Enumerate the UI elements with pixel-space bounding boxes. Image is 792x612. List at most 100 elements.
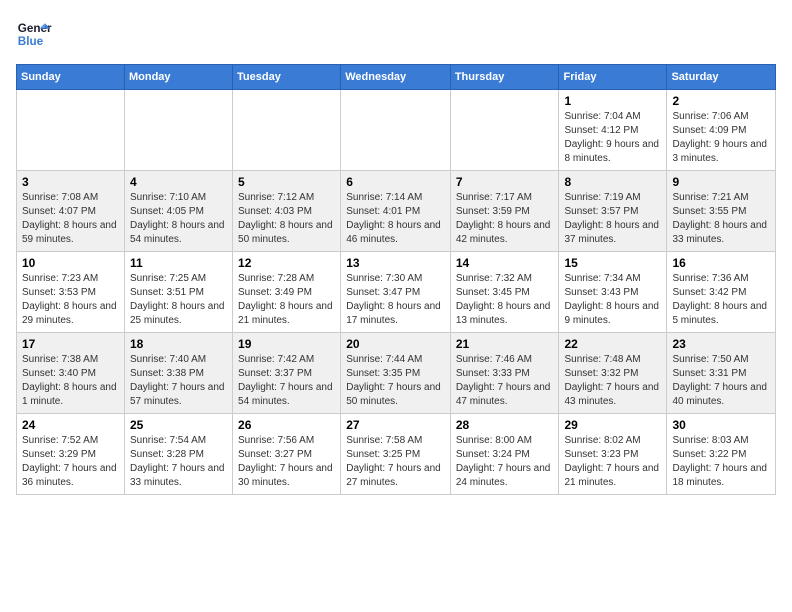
day-info: Sunrise: 7:12 AM Sunset: 4:03 PM Dayligh…: [238, 191, 335, 247]
day-info: Sunrise: 7:10 AM Sunset: 4:05 PM Dayligh…: [130, 191, 227, 247]
day-info: Sunrise: 7:34 AM Sunset: 3:43 PM Dayligh…: [564, 272, 661, 328]
day-number: 9: [672, 175, 770, 189]
day-info: Sunrise: 7:14 AM Sunset: 4:01 PM Dayligh…: [346, 191, 445, 247]
day-cell: 23 Sunrise: 7:50 AM Sunset: 3:31 PM Dayli…: [667, 333, 776, 414]
day-cell: 12Sunrise: 7:28 AM Sunset: 3:49 PM Dayli…: [233, 252, 341, 333]
day-number: 14: [456, 256, 554, 270]
day-cell: 7 Sunrise: 7:17 AM Sunset: 3:59 PM Daylig…: [450, 171, 559, 252]
day-cell: 15 Sunrise: 7:34 AM Sunset: 3:43 PM Dayli…: [559, 252, 667, 333]
day-cell: 6Sunrise: 7:14 AM Sunset: 4:01 PM Daylig…: [341, 171, 451, 252]
week-row-4: 17Sunrise: 7:38 AM Sunset: 3:40 PM Dayli…: [17, 333, 776, 414]
day-info: Sunrise: 7:06 AM Sunset: 4:09 PM Dayligh…: [672, 110, 770, 166]
day-info: Sunrise: 8:03 AM Sunset: 3:22 PM Dayligh…: [672, 434, 770, 490]
day-info: Sunrise: 7:30 AM Sunset: 3:47 PM Dayligh…: [346, 272, 445, 328]
day-number: 24: [22, 418, 119, 432]
day-cell: 19 Sunrise: 7:42 AM Sunset: 3:37 PM Dayli…: [233, 333, 341, 414]
weekday-header-saturday: Saturday: [667, 65, 776, 90]
day-info: Sunrise: 7:56 AM Sunset: 3:27 PM Dayligh…: [238, 434, 335, 490]
day-cell: [450, 90, 559, 171]
day-number: 23: [672, 337, 770, 351]
weekday-header-monday: Monday: [124, 65, 232, 90]
week-row-1: 1 Sunrise: 7:04 AM Sunset: 4:12 PM Daylig…: [17, 90, 776, 171]
day-number: 1: [564, 94, 661, 108]
day-cell: 14 Sunrise: 7:32 AM Sunset: 3:45 PM Dayli…: [450, 252, 559, 333]
day-number: 7: [456, 175, 554, 189]
day-cell: 13 Sunrise: 7:30 AM Sunset: 3:47 PM Dayli…: [341, 252, 451, 333]
day-number: 16: [672, 256, 770, 270]
weekday-header-row: SundayMondayTuesdayWednesdayThursdayFrid…: [17, 65, 776, 90]
day-number: 27: [346, 418, 445, 432]
day-info: Sunrise: 7:28 AM Sunset: 3:49 PM Dayligh…: [238, 272, 335, 328]
day-cell: 22Sunrise: 7:48 AM Sunset: 3:32 PM Dayli…: [559, 333, 667, 414]
calendar: SundayMondayTuesdayWednesdayThursdayFrid…: [16, 64, 776, 495]
logo-icon: General Blue: [16, 16, 52, 52]
day-cell: [124, 90, 232, 171]
week-row-5: 24Sunrise: 7:52 AM Sunset: 3:29 PM Dayli…: [17, 414, 776, 495]
day-number: 11: [130, 256, 227, 270]
day-cell: 21 Sunrise: 7:46 AM Sunset: 3:33 PM Dayli…: [450, 333, 559, 414]
day-number: 18: [130, 337, 227, 351]
day-info: Sunrise: 7:08 AM Sunset: 4:07 PM Dayligh…: [22, 191, 119, 247]
day-number: 19: [238, 337, 335, 351]
day-cell: 20 Sunrise: 7:44 AM Sunset: 3:35 PM Dayli…: [341, 333, 451, 414]
day-cell: 18Sunrise: 7:40 AM Sunset: 3:38 PM Dayli…: [124, 333, 232, 414]
day-info: Sunrise: 7:21 AM Sunset: 3:55 PM Dayligh…: [672, 191, 770, 247]
day-cell: 9 Sunrise: 7:21 AM Sunset: 3:55 PM Daylig…: [667, 171, 776, 252]
day-cell: [17, 90, 125, 171]
day-cell: 8 Sunrise: 7:19 AM Sunset: 3:57 PM Daylig…: [559, 171, 667, 252]
day-cell: 16 Sunrise: 7:36 AM Sunset: 3:42 PM Dayli…: [667, 252, 776, 333]
week-row-2: 3 Sunrise: 7:08 AM Sunset: 4:07 PM Daylig…: [17, 171, 776, 252]
day-info: Sunrise: 7:46 AM Sunset: 3:33 PM Dayligh…: [456, 353, 554, 409]
day-number: 28: [456, 418, 554, 432]
day-number: 4: [130, 175, 227, 189]
day-cell: 24Sunrise: 7:52 AM Sunset: 3:29 PM Dayli…: [17, 414, 125, 495]
day-cell: 10Sunrise: 7:23 AM Sunset: 3:53 PM Dayli…: [17, 252, 125, 333]
day-number: 3: [22, 175, 119, 189]
week-row-3: 10Sunrise: 7:23 AM Sunset: 3:53 PM Dayli…: [17, 252, 776, 333]
weekday-header-tuesday: Tuesday: [233, 65, 341, 90]
day-info: Sunrise: 7:58 AM Sunset: 3:25 PM Dayligh…: [346, 434, 445, 490]
day-number: 13: [346, 256, 445, 270]
day-info: Sunrise: 8:02 AM Sunset: 3:23 PM Dayligh…: [564, 434, 661, 490]
day-info: Sunrise: 7:25 AM Sunset: 3:51 PM Dayligh…: [130, 272, 227, 328]
day-number: 8: [564, 175, 661, 189]
header: General Blue: [16, 16, 776, 52]
day-cell: 30 Sunrise: 8:03 AM Sunset: 3:22 PM Dayli…: [667, 414, 776, 495]
day-info: Sunrise: 8:00 AM Sunset: 3:24 PM Dayligh…: [456, 434, 554, 490]
day-cell: 17Sunrise: 7:38 AM Sunset: 3:40 PM Dayli…: [17, 333, 125, 414]
day-cell: 3 Sunrise: 7:08 AM Sunset: 4:07 PM Daylig…: [17, 171, 125, 252]
day-info: Sunrise: 7:19 AM Sunset: 3:57 PM Dayligh…: [564, 191, 661, 247]
day-cell: 5 Sunrise: 7:12 AM Sunset: 4:03 PM Daylig…: [233, 171, 341, 252]
weekday-header-wednesday: Wednesday: [341, 65, 451, 90]
day-number: 26: [238, 418, 335, 432]
day-number: 20: [346, 337, 445, 351]
day-info: Sunrise: 7:44 AM Sunset: 3:35 PM Dayligh…: [346, 353, 445, 409]
weekday-header-thursday: Thursday: [450, 65, 559, 90]
day-cell: 28 Sunrise: 8:00 AM Sunset: 3:24 PM Dayli…: [450, 414, 559, 495]
day-number: 30: [672, 418, 770, 432]
weekday-header-friday: Friday: [559, 65, 667, 90]
day-cell: 2Sunrise: 7:06 AM Sunset: 4:09 PM Daylig…: [667, 90, 776, 171]
day-number: 5: [238, 175, 335, 189]
day-cell: 11 Sunrise: 7:25 AM Sunset: 3:51 PM Dayli…: [124, 252, 232, 333]
svg-text:General: General: [18, 22, 52, 35]
day-info: Sunrise: 7:17 AM Sunset: 3:59 PM Dayligh…: [456, 191, 554, 247]
day-number: 22: [564, 337, 661, 351]
day-cell: [233, 90, 341, 171]
day-number: 21: [456, 337, 554, 351]
weekday-header-sunday: Sunday: [17, 65, 125, 90]
day-number: 15: [564, 256, 661, 270]
logo: General Blue: [16, 16, 52, 52]
day-info: Sunrise: 7:04 AM Sunset: 4:12 PM Dayligh…: [564, 110, 661, 166]
day-number: 17: [22, 337, 119, 351]
day-cell: 27 Sunrise: 7:58 AM Sunset: 3:25 PM Dayli…: [341, 414, 451, 495]
day-cell: 4 Sunrise: 7:10 AM Sunset: 4:05 PM Daylig…: [124, 171, 232, 252]
day-cell: 26 Sunrise: 7:56 AM Sunset: 3:27 PM Dayli…: [233, 414, 341, 495]
day-info: Sunrise: 7:42 AM Sunset: 3:37 PM Dayligh…: [238, 353, 335, 409]
day-info: Sunrise: 7:50 AM Sunset: 3:31 PM Dayligh…: [672, 353, 770, 409]
day-info: Sunrise: 7:36 AM Sunset: 3:42 PM Dayligh…: [672, 272, 770, 328]
day-info: Sunrise: 7:54 AM Sunset: 3:28 PM Dayligh…: [130, 434, 227, 490]
day-info: Sunrise: 7:32 AM Sunset: 3:45 PM Dayligh…: [456, 272, 554, 328]
day-number: 25: [130, 418, 227, 432]
day-cell: [341, 90, 451, 171]
